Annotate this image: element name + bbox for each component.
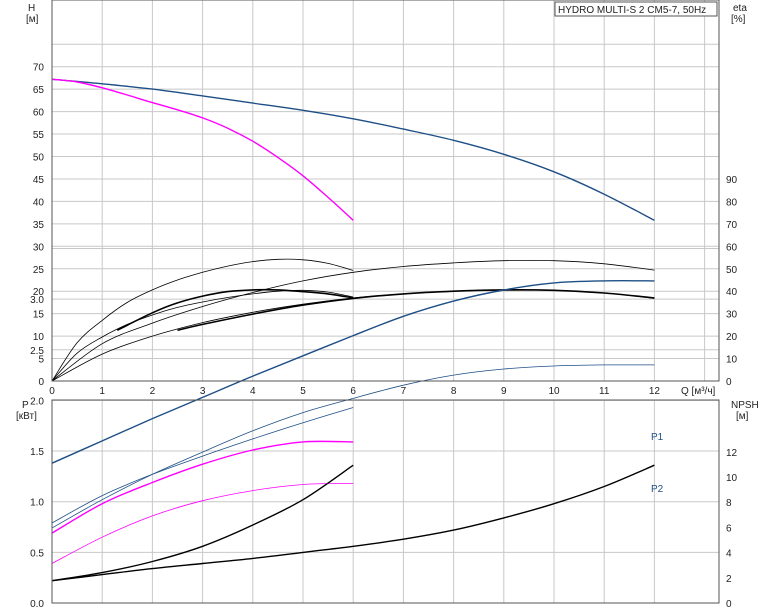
bottom-right-axis-label: NPSH	[731, 400, 759, 411]
h-tick-label: 55	[33, 130, 45, 141]
pump-performance-chart: 0 1 2 3 4 5 6 7 8 9 10 11 12051015202530354045505560…	[16, 0, 759, 610]
x-tick-label: 10	[548, 386, 560, 397]
h-tick-label: 10	[33, 332, 45, 343]
h-tick-label: 35	[33, 220, 45, 231]
eta-tick-label: 70	[726, 220, 738, 231]
x-tick-label: 6	[350, 386, 356, 397]
eta-tick-label: 90	[726, 175, 738, 186]
npsh-tick-label: 2	[726, 574, 732, 585]
h-tick-label: 45	[33, 175, 45, 186]
x-tick-label: 9	[501, 386, 507, 397]
npsh-tick-label: 12	[726, 448, 738, 459]
x-axis-label: Q [м³/ч]	[681, 386, 716, 397]
eta-tick-label: 60	[726, 242, 738, 253]
chart-title: HYDRO MULTI-S 2 CM5-7, 50Hz	[558, 5, 706, 16]
bottom-right-axis-unit: [м]	[736, 411, 749, 422]
eta-tick-label: 20	[726, 332, 738, 343]
eta-tick-label: 30	[726, 310, 738, 321]
top-right-axis-unit: [%]	[731, 14, 746, 25]
top-left-axis-unit: [м]	[26, 14, 39, 25]
eta-tick-label: 0	[726, 377, 732, 388]
eta-tick-label: 50	[726, 265, 738, 276]
h-tick-label: 40	[33, 197, 45, 208]
p-tick-label: 1.0	[30, 498, 44, 509]
x-tick-label: 11	[599, 386, 610, 397]
p-tick-label: 2.5	[30, 346, 44, 357]
top-series-line-6	[177, 289, 655, 332]
h-tick-label: 65	[33, 85, 45, 96]
npsh-tick-label: 4	[726, 549, 732, 560]
x-tick-label: 7	[401, 386, 407, 397]
x-tick-label: 1	[99, 386, 105, 397]
eta-tick-label: 80	[726, 197, 738, 208]
bottom-tick-labels: 0.00.51.01.52.02.53.0024681012	[30, 295, 737, 610]
p-tick-label: 0.0	[30, 599, 44, 610]
p-tick-label: 2.0	[30, 396, 44, 407]
h-tick-label: 0	[38, 377, 44, 388]
h-tick-label: 50	[33, 153, 45, 164]
top-right-axis-label: eta	[733, 3, 747, 14]
h-tick-label: 30	[33, 242, 45, 253]
x-tick-label: 0	[49, 386, 55, 397]
x-tick-label: 12	[649, 386, 661, 397]
series-label-p1: P1	[651, 432, 664, 443]
x-tick-label: 3	[200, 386, 206, 397]
h-tick-label: 25	[33, 265, 45, 276]
x-tick-label: 2	[150, 386, 156, 397]
x-tick-label: 8	[451, 386, 457, 397]
top-grid	[51, 0, 719, 382]
p-tick-label: 1.5	[30, 447, 44, 458]
h-tick-label: 70	[33, 63, 45, 74]
p-tick-label: 0.5	[30, 548, 44, 559]
bottom-left-axis-unit: [кВт]	[16, 411, 37, 422]
x-tick-label: 4	[250, 386, 256, 397]
p-tick-label: 3.0	[30, 295, 44, 306]
npsh-tick-label: 0	[726, 599, 732, 610]
top-left-axis-label: H	[28, 3, 35, 14]
eta-tick-label: 10	[726, 355, 738, 366]
series-label-p2: P2	[651, 484, 664, 495]
top-tick-labels: 0 1 2 3 4 5 6 7 8 9 10 11 12051015202530354045505560…	[33, 63, 738, 397]
eta-tick-label: 40	[726, 287, 738, 298]
h-tick-label: 60	[33, 108, 45, 119]
npsh-tick-label: 10	[726, 473, 738, 484]
npsh-tick-label: 8	[726, 498, 732, 509]
npsh-tick-label: 6	[726, 523, 732, 534]
bottom-left-axis-label: P	[22, 400, 29, 411]
x-tick-label: 5	[300, 386, 306, 397]
h-tick-label: 15	[33, 310, 45, 321]
